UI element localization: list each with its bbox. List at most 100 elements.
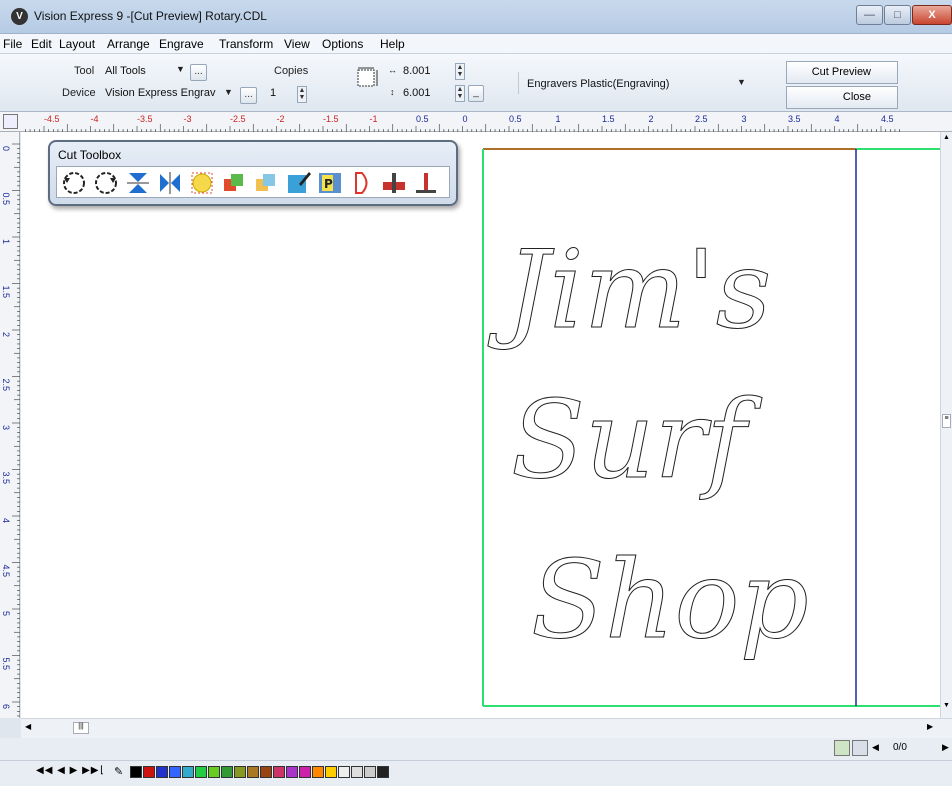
color-swatch[interactable]: [234, 766, 246, 778]
scroll-down-icon[interactable]: ▼: [943, 702, 950, 709]
vertical-scrollbar[interactable]: ▲ ≡ ▼: [940, 132, 952, 718]
menu-options[interactable]: Options: [322, 37, 363, 51]
page-view-icon[interactable]: [834, 740, 850, 756]
color-swatch[interactable]: [195, 766, 207, 778]
color-swatch[interactable]: [156, 766, 168, 778]
color-swatch[interactable]: [143, 766, 155, 778]
canvas-text-line1[interactable]: Jim's: [487, 228, 772, 354]
menu-edit[interactable]: Edit: [31, 37, 52, 51]
ruler-left-label: 1.5: [1, 286, 11, 299]
menu-layout[interactable]: Layout: [59, 37, 95, 51]
ruler-top-label: 1: [556, 114, 561, 124]
weld-icon[interactable]: [221, 170, 247, 196]
ruler-left-label: 2: [1, 332, 11, 337]
ruler-top-label: 1.5: [602, 114, 615, 124]
ruler-top-label: 0.5: [416, 114, 429, 124]
color-swatch[interactable]: [286, 766, 298, 778]
color-swatch[interactable]: [299, 766, 311, 778]
tool-dropdown-arrow-icon[interactable]: ▼: [176, 64, 185, 74]
lock-aspect-button[interactable]: _: [468, 85, 484, 102]
color-swatch[interactable]: [377, 766, 389, 778]
rotate-ccw-icon[interactable]: [61, 170, 87, 196]
circle-select-icon[interactable]: [189, 170, 215, 196]
ruler-top-label: 0: [463, 114, 468, 124]
pattern-icon[interactable]: P: [317, 170, 343, 196]
color-swatch[interactable]: [273, 766, 285, 778]
height-input[interactable]: 6.001: [403, 87, 443, 99]
color-swatch[interactable]: [312, 766, 324, 778]
device-options-button[interactable]: ...: [240, 87, 257, 104]
flip-horizontal-icon[interactable]: [157, 170, 183, 196]
prev-page-icon[interactable]: ◀: [872, 742, 879, 753]
color-swatch[interactable]: [247, 766, 259, 778]
tool-options-button[interactable]: ...: [190, 64, 207, 81]
menu-transform[interactable]: Transform: [219, 37, 273, 51]
menu-engrave[interactable]: Engrave: [159, 37, 204, 51]
color-swatch[interactable]: [260, 766, 272, 778]
canvas-drawing: Jim's Surf Shop: [482, 148, 940, 707]
cutter-icon[interactable]: [381, 170, 407, 196]
next-page-icon[interactable]: ▶: [942, 742, 949, 753]
ruler-top-label: 0.5: [509, 114, 522, 124]
material-select[interactable]: Engravers Plastic(Engraving): [527, 78, 727, 90]
scroll-up-icon[interactable]: ▲: [943, 134, 950, 141]
canvas-text-line2[interactable]: Surf: [511, 378, 763, 504]
design-canvas[interactable]: Jim's Surf Shop Cut Toolbox P: [21, 132, 940, 718]
cut-preview-button[interactable]: Cut Preview: [786, 61, 898, 84]
horizontal-scrollbar[interactable]: ◀ ||| ▶: [21, 718, 952, 738]
minimize-button[interactable]: —: [856, 5, 883, 25]
t-tool-icon[interactable]: [413, 170, 439, 196]
scroll-right-icon[interactable]: ▶: [927, 722, 933, 731]
maximize-button[interactable]: □: [884, 5, 911, 25]
color-swatch[interactable]: [130, 766, 142, 778]
color-swatch[interactable]: [182, 766, 194, 778]
device-select[interactable]: Vision Express Engrav: [105, 87, 220, 99]
color-swatch[interactable]: [364, 766, 376, 778]
close-preview-button[interactable]: Close: [786, 86, 898, 109]
color-swatch[interactable]: [351, 766, 363, 778]
d-shape-icon[interactable]: [349, 170, 375, 196]
page-add-icon[interactable]: [852, 740, 868, 756]
color-swatch[interactable]: [325, 766, 337, 778]
horizontal-scroll-thumb[interactable]: |||: [73, 722, 89, 734]
copies-spinner[interactable]: ▲ ▼: [297, 86, 307, 103]
menu-view[interactable]: View: [284, 37, 310, 51]
width-input[interactable]: 8.001: [403, 65, 443, 77]
ruler-top-label: 2: [649, 114, 654, 124]
menu-arrange[interactable]: Arrange: [107, 37, 150, 51]
ruler-origin-icon[interactable]: [3, 114, 18, 129]
group-icon[interactable]: [253, 170, 279, 196]
rotate-cw-icon[interactable]: [93, 170, 119, 196]
copies-input[interactable]: 1: [270, 87, 294, 99]
line-tool-icon[interactable]: ⌊: [100, 765, 104, 776]
pen-tool-icon[interactable]: ✎: [114, 765, 123, 778]
color-swatch[interactable]: [338, 766, 350, 778]
device-dropdown-arrow-icon[interactable]: ▼: [224, 87, 233, 97]
flip-vertical-icon[interactable]: [125, 170, 151, 196]
material-dropdown-arrow-icon[interactable]: ▼: [737, 77, 746, 87]
vertical-ruler-ticks: 0 0.5 1 1.5 2 2.5 3 3.5 4 4.5 5 5.5 6: [1, 143, 20, 717]
window-title: Vision Express 9 -[Cut Preview] Rotary.C…: [34, 9, 267, 23]
edit-path-icon[interactable]: [285, 170, 311, 196]
ruler-left-label: 3.5: [1, 472, 11, 485]
color-swatch[interactable]: [208, 766, 220, 778]
playback-controls[interactable]: ◀◀ ◀ ▶ ▶▶: [36, 765, 99, 776]
ruler-left-label: 1: [1, 239, 11, 244]
horizontal-ruler: -4.5 -4 -3.5 -3 -2.5 -2 -1.5 -1 0.5 0 0.5 1 1.5 2 2.5 3…: [0, 112, 952, 132]
menu-file[interactable]: File: [3, 37, 22, 51]
width-spinner[interactable]: ▲ ▼: [455, 63, 465, 80]
cut-toolbox-panel[interactable]: Cut Toolbox P: [48, 140, 458, 206]
ruler-top-label: 4.5: [881, 114, 894, 124]
title-bar: V Vision Express 9 -[Cut Preview] Rotary…: [0, 0, 952, 34]
color-swatch[interactable]: [169, 766, 181, 778]
scroll-left-icon[interactable]: ◀: [25, 722, 31, 731]
height-spinner[interactable]: ▲ ▼: [455, 85, 465, 102]
copies-label: Copies: [274, 65, 309, 77]
ruler-left-label: 5: [1, 611, 11, 616]
color-swatch[interactable]: [221, 766, 233, 778]
tool-select[interactable]: All Tools: [105, 65, 175, 77]
menu-help[interactable]: Help: [380, 37, 405, 51]
close-window-button[interactable]: X: [912, 5, 952, 25]
vertical-scroll-thumb[interactable]: ≡: [942, 414, 951, 428]
canvas-text-line3[interactable]: Shop: [531, 538, 810, 664]
